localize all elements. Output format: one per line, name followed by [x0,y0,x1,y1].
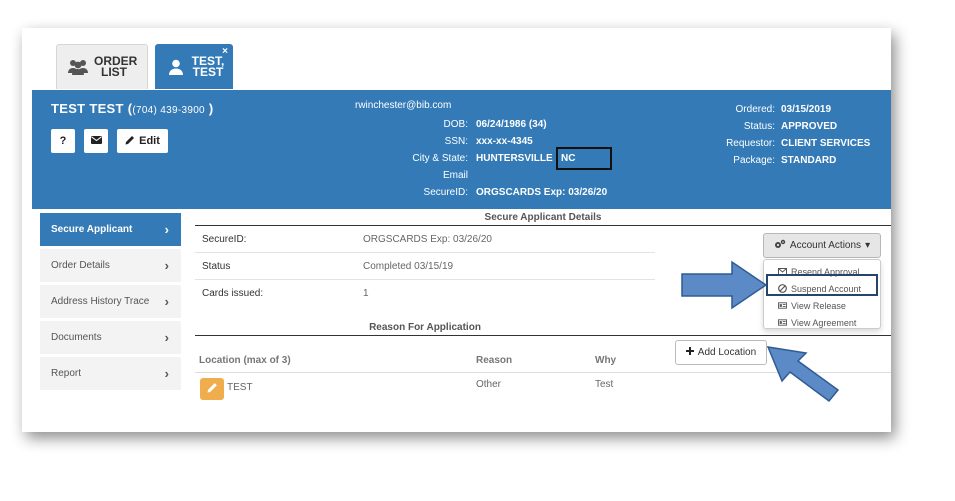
secureid-value: ORGSCARDS Exp: 03/26/20 [476,187,608,198]
pencil-icon [125,135,135,148]
sidebar-item-documents[interactable]: Documents › [40,321,181,354]
menu-item-view-release[interactable]: View Release [764,297,880,314]
detail-value: 1 [363,288,369,299]
divider [195,335,891,336]
why-cell: Test [595,379,614,390]
tab-test-test[interactable]: TEST, TEST × [155,44,233,89]
edit-button[interactable]: Edit [117,129,168,153]
suspend-account-highlight [766,274,878,296]
detail-row: SecureID: ORGSCARDS Exp: 03/26/20 [195,226,655,253]
sidebar-item-secure-applicant[interactable]: Secure Applicant › [40,213,181,246]
applicant-header: TEST TEST ((704) 439-3900 ) ? Edit rwinc… [32,90,891,209]
applicant-phone: (704) 439-3900 [132,105,205,116]
detail-label: SecureID: [202,234,247,245]
menu-item-label: View Agreement [791,317,857,328]
account-actions-button[interactable]: Account Actions ▾ [763,233,881,258]
account-actions-label: Account Actions [789,240,862,251]
secureid-label: SecureID: [423,187,468,198]
dob-value: 06/24/1986 (34) [476,119,547,130]
ordered-value: 03/15/2019 [781,104,832,115]
help-button[interactable]: ? [51,129,75,153]
menu-item-label: View Release [791,300,846,311]
envelope-icon [90,135,102,147]
sidebar-item-label: Address History Trace [51,296,150,307]
gears-icon [774,239,786,252]
header-right-labels: Ordered: Status: Requestor: Package: [632,101,775,169]
detail-row: Cards issued: 1 [195,280,655,307]
chevron-right-icon: › [164,366,169,381]
header-right-values: 03/15/2019 APPROVED CLIENT SERVICES STAN… [781,101,870,169]
reason-cell: Other [476,379,502,390]
users-icon [66,57,90,77]
edit-location-button[interactable] [200,378,224,400]
applicant-name: TEST TEST ((704) 439-3900 ) [51,101,214,116]
id-card-icon [778,302,787,310]
detail-label: Cards issued: [202,288,264,299]
tab-bar: ORDER LIST TEST, TEST × [22,28,891,89]
column-header-why: Why [595,355,617,366]
chevron-right-icon: › [164,294,169,309]
email-label: Email [442,170,468,181]
header-actions: ? Edit [51,129,168,153]
plus-icon [685,347,694,358]
tab-test-label: TEST, TEST [191,53,225,79]
chevron-right-icon: › [164,330,169,345]
sidebar-item-address-history-trace[interactable]: Address History Trace › [40,285,181,318]
sidebar-item-label: Secure Applicant [51,224,133,235]
location-cell: TEST [227,382,253,393]
arrow-right-annotation [681,260,768,310]
user-icon [164,57,188,77]
reason-for-application-title: Reason For Application [369,322,481,333]
secure-applicant-details-title: Secure Applicant Details [484,212,602,223]
edit-button-label: Edit [139,135,160,147]
sidebar-item-report[interactable]: Report › [40,357,181,390]
detail-row: Status Completed 03/15/19 [195,253,655,280]
package-label: Package: [733,155,775,166]
sidebar: Secure Applicant › Order Details › Addre… [40,213,181,393]
requestor-label: Requestor: [726,138,775,149]
header-middle-labels: DOB: SSN: City & State: Email SecureID: [262,116,468,201]
id-card-icon [778,319,787,327]
secureid-date-highlight [556,147,612,170]
email-button[interactable] [84,129,108,153]
status-value: APPROVED [781,121,838,132]
add-location-button[interactable]: Add Location [675,340,767,365]
detail-value: Completed 03/15/19 [363,261,454,272]
chevron-right-icon: › [164,222,169,237]
app-window: ORDER LIST TEST, TEST × TEST TEST ((704) 4… [22,28,891,432]
sidebar-item-label: Report [51,368,82,379]
ordered-label: Ordered: [735,104,775,115]
detail-label: Status [202,261,231,272]
pencil-icon [207,382,218,396]
chevron-right-icon: › [164,258,169,273]
status-label: Status: [743,121,775,132]
column-header-reason: Reason [476,355,513,366]
close-tab-icon[interactable]: × [222,46,228,57]
sidebar-item-label: Order Details [51,260,110,271]
column-header-location: Location (max of 3) [199,355,291,366]
city-state-label: City & State: [412,153,468,164]
table-row: TEST Other Test [195,374,891,402]
tab-order-list-label: ORDER LIST [94,54,138,79]
dob-label: DOB: [443,119,468,130]
package-value: STANDARD [781,155,837,166]
add-location-label: Add Location [697,347,757,358]
applicant-email: rwinchester@bib.com [355,100,452,111]
sidebar-item-label: Documents [51,332,102,343]
table-divider [195,372,891,373]
ssn-label: SSN: [444,136,468,147]
sidebar-item-order-details[interactable]: Order Details › [40,249,181,282]
detail-value: ORGSCARDS Exp: 03/26/20 [363,234,492,245]
requestor-value: CLIENT SERVICES [781,138,871,149]
menu-item-view-agreement[interactable]: View Agreement [764,314,880,331]
caret-down-icon: ▾ [865,240,871,251]
tab-order-list[interactable]: ORDER LIST [56,44,148,89]
